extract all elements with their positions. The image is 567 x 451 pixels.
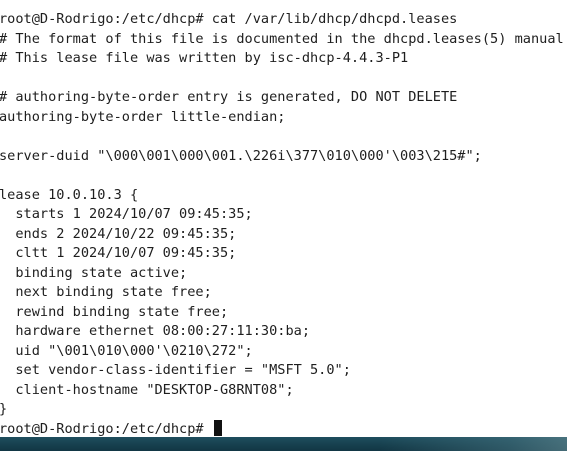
terminal-line: starts 1 2024/10/07 09:45:35;	[0, 206, 253, 222]
terminal-line: set vendor-class-identifier = "MSFT 5.0"…	[0, 362, 351, 378]
terminal-window[interactable]: root@D-Rodrigo:/etc/dhcp# cat /var/lib/d…	[0, 0, 567, 437]
terminal-line: # This lease file was written by isc-dhc…	[0, 50, 409, 66]
terminal-line: uid "\001\010\000'\0210\272";	[0, 342, 253, 359]
terminal-output: root@D-Rodrigo:/etc/dhcp# cat /var/lib/d…	[0, 0, 567, 437]
terminal-line: }	[0, 400, 567, 420]
shell-prompt: root@D-Rodrigo:/etc/dhcp#	[0, 420, 212, 437]
terminal-line: root@D-Rodrigo:/etc/dhcp# cat /var/lib/d…	[0, 11, 458, 27]
terminal-line: cltt 1 2024/10/07 09:45:35;	[0, 245, 237, 261]
prompt-line[interactable]: root@D-Rodrigo:/etc/dhcp#	[0, 419, 567, 438]
terminal-line: binding state active;	[0, 264, 188, 281]
terminal-line: lease 10.0.10.3 {	[0, 186, 139, 203]
terminal-line: server-duid "\000\001\000\001.\226i\377\…	[0, 147, 482, 164]
terminal-line: authoring-byte-order little-endian;	[0, 108, 286, 125]
terminal-line: ends 2 2024/10/22 09:45:35;	[0, 225, 237, 242]
terminal-line: next binding state free;	[0, 284, 212, 300]
terminal-line: hardware ethernet 08:00:27:11:30:ba;	[0, 323, 310, 339]
text-cursor	[213, 419, 222, 436]
terminal-line: # authoring-byte-order entry is generate…	[0, 89, 458, 105]
taskbar	[0, 437, 567, 451]
terminal-line: rewind binding state free;	[0, 303, 229, 320]
terminal-line: # The format of this file is documented …	[0, 30, 567, 47]
taskbar-highlight	[380, 437, 567, 451]
terminal-line: client-hostname "DESKTOP-G8RNT08";	[0, 381, 294, 398]
